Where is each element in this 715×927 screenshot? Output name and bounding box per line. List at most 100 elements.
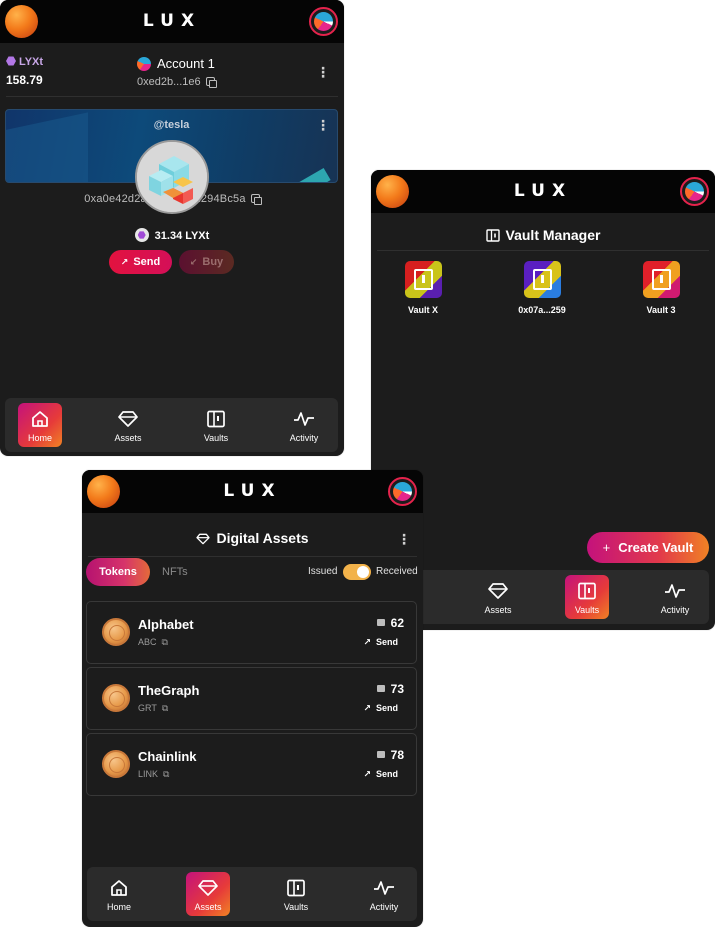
asset-card[interactable]: Chainlink LINK ⧉ 78 ↗ Send xyxy=(86,733,417,796)
plus-icon: + xyxy=(602,540,611,555)
token-symbol: LYXt xyxy=(6,56,43,68)
asset-send-label: Send xyxy=(375,637,398,647)
nav-home[interactable]: Home xyxy=(18,403,62,447)
digital-assets-window: LUX Digital Assets ⋮ Tokens NFTs Issued … xyxy=(82,470,423,927)
diamond-icon xyxy=(476,581,520,601)
banner-options-icon[interactable]: ⋮ xyxy=(316,118,330,132)
external-link-icon[interactable]: ⧉ xyxy=(162,637,168,648)
asset-amount-text: 62 xyxy=(390,616,404,630)
toggle-received-label: Received xyxy=(376,566,418,577)
asset-card[interactable]: Alphabet ABC ⧉ 62 ↗ Send xyxy=(86,601,417,664)
nav-activity[interactable]: Activity xyxy=(362,872,406,916)
coin-icon xyxy=(102,618,130,646)
nav-assets[interactable]: Assets xyxy=(186,872,230,916)
asset-symbol-text: ABC xyxy=(138,637,157,647)
wallet-icon xyxy=(376,619,385,626)
arrow-up-right-icon: ↗ xyxy=(120,257,129,267)
profile-avatar[interactable] xyxy=(309,7,338,36)
asset-symbol-text: LINK xyxy=(138,769,159,779)
nav-activity[interactable]: Activity xyxy=(282,403,326,447)
wallet-icon xyxy=(376,751,385,758)
asset-amount: 62 xyxy=(376,616,404,630)
bottom-nav: Home Assets Vaults Activity xyxy=(5,398,338,452)
asset-name: Alphabet xyxy=(138,617,194,632)
bottom-nav: Assets Vaults Activity xyxy=(376,570,709,624)
vault-manager-title-text: Vault Manager xyxy=(505,227,601,243)
buy-button-label: Buy xyxy=(202,256,224,268)
external-link-icon[interactable]: ⧉ xyxy=(163,769,169,780)
top-bar: LUX xyxy=(0,0,344,43)
more-options-icon[interactable]: ⋮ xyxy=(397,532,411,546)
nav-activity[interactable]: Activity xyxy=(653,575,697,619)
asset-send-button[interactable]: ↗ Send xyxy=(363,769,398,780)
account-icon xyxy=(137,57,151,71)
divider xyxy=(377,250,709,251)
profile-balance: 31.34 LYXt xyxy=(0,228,344,242)
profile-picture[interactable] xyxy=(135,140,209,214)
top-bar: LUX xyxy=(82,470,423,513)
nav-home[interactable]: Home xyxy=(97,872,141,916)
nav-vaults[interactable]: Vaults xyxy=(274,872,318,916)
digital-assets-title-text: Digital Assets xyxy=(216,530,309,546)
nav-home-label: Home xyxy=(106,902,131,912)
vault-door-icon xyxy=(414,269,433,290)
vault-icon xyxy=(485,229,500,245)
diamond-icon xyxy=(186,878,230,898)
vault-icon xyxy=(274,878,318,898)
issued-received-toggle[interactable] xyxy=(343,564,371,580)
asset-amount-text: 73 xyxy=(390,682,404,696)
nav-assets-label: Assets xyxy=(194,902,222,912)
profile-avatar[interactable] xyxy=(680,177,709,206)
account-name[interactable]: Account 1 xyxy=(157,56,215,71)
vault-door-icon xyxy=(652,269,671,290)
vault-tile[interactable] xyxy=(524,261,561,298)
asset-send-button[interactable]: ↗ Send xyxy=(363,637,398,648)
arrow-up-right-icon: ↗ xyxy=(363,769,371,779)
nav-vaults[interactable]: Vaults xyxy=(194,403,238,447)
vault-name: Vault 3 xyxy=(646,305,676,315)
arrow-up-right-icon: ↗ xyxy=(363,637,371,647)
nav-assets[interactable]: Assets xyxy=(106,403,150,447)
nav-vaults[interactable]: Vaults xyxy=(565,575,609,619)
lyx-icon xyxy=(6,56,16,66)
profile-handle: @tesla xyxy=(153,119,190,131)
external-link-icon[interactable]: ⧉ xyxy=(162,703,168,714)
divider xyxy=(6,96,338,97)
create-vault-button[interactable]: + Create Vault xyxy=(587,532,709,563)
more-options-icon[interactable]: ⋮ xyxy=(316,65,330,79)
banner-shape xyxy=(299,167,331,182)
nav-assets[interactable]: Assets xyxy=(476,575,520,619)
nav-activity-label: Activity xyxy=(369,902,399,912)
tab-tokens[interactable]: Tokens xyxy=(86,558,150,586)
vault-icon xyxy=(194,409,238,429)
nav-assets-label: Assets xyxy=(484,605,512,615)
nav-vaults-label: Vaults xyxy=(574,605,600,615)
nav-vaults-label: Vaults xyxy=(283,902,309,912)
nav-assets-label: Assets xyxy=(114,433,142,443)
vault-icon xyxy=(565,581,609,601)
token-balance: 158.79 xyxy=(6,73,43,87)
top-bar: LUX xyxy=(371,170,715,213)
profile-avatar-image xyxy=(685,182,704,201)
toggle-issued-label: Issued xyxy=(308,566,338,577)
brand-title: LUX xyxy=(142,11,202,31)
copy-icon[interactable] xyxy=(205,77,217,88)
profile-avatar[interactable] xyxy=(388,477,417,506)
coin-icon xyxy=(102,750,130,778)
send-button[interactable]: ↗ Send xyxy=(109,250,172,274)
vault-tile[interactable] xyxy=(405,261,442,298)
tab-nfts[interactable]: NFTs xyxy=(162,566,188,578)
vault-name: Vault X xyxy=(407,305,438,315)
asset-send-button[interactable]: ↗ Send xyxy=(363,703,398,714)
arrow-up-right-icon: ↗ xyxy=(363,703,371,713)
nav-home-label: Home xyxy=(27,433,52,443)
copy-icon[interactable] xyxy=(250,194,262,205)
vault-tile[interactable] xyxy=(643,261,680,298)
asset-card[interactable]: TheGraph GRT ⧉ 73 ↗ Send xyxy=(86,667,417,730)
home-icon xyxy=(18,409,62,429)
wallet-icon xyxy=(376,685,385,692)
lyx-coin-icon xyxy=(134,228,149,242)
create-vault-label: Create Vault xyxy=(618,540,694,555)
vault-manager-title: Vault Manager xyxy=(371,227,715,245)
buy-button[interactable]: ↙ Buy xyxy=(179,250,234,274)
